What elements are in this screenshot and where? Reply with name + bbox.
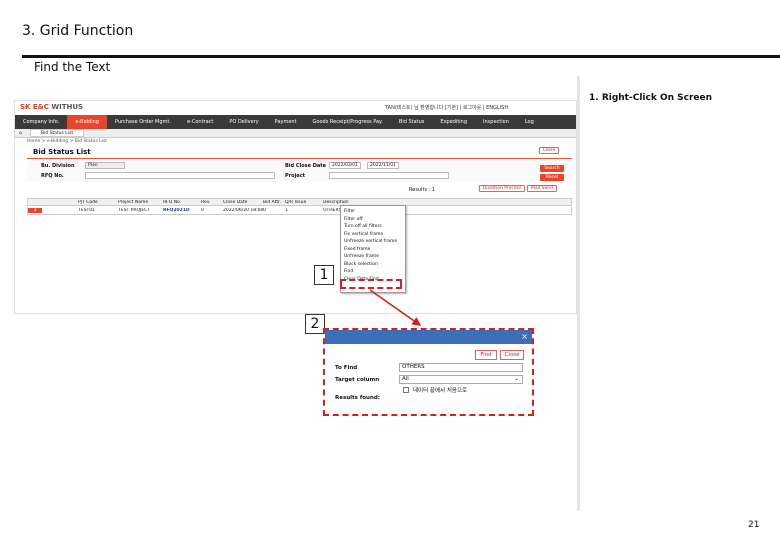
chevron-down-icon: ⌄ xyxy=(514,376,519,382)
close-icon[interactable]: × xyxy=(521,332,528,341)
to-find-label: To Find xyxy=(335,365,358,371)
target-column-select[interactable]: All ⌄ xyxy=(399,375,523,384)
find-button[interactable]: Find xyxy=(475,350,497,360)
checkbox-label: 데이터 끝에서 처음으로 xyxy=(413,388,468,394)
target-column-value: All xyxy=(402,376,409,382)
to-find-input[interactable]: OTHERS xyxy=(399,363,523,372)
find-dialog: × Find Close To Find OTHERS Target colum… xyxy=(323,328,534,416)
dialog-titlebar: × xyxy=(325,330,532,344)
results-found-label: Results found: xyxy=(335,395,380,401)
arrow-connector xyxy=(369,289,422,326)
dialog-close-button[interactable]: Close xyxy=(500,350,524,360)
reverse-search-checkbox[interactable] xyxy=(403,387,409,393)
target-column-label: Target column xyxy=(335,377,380,383)
